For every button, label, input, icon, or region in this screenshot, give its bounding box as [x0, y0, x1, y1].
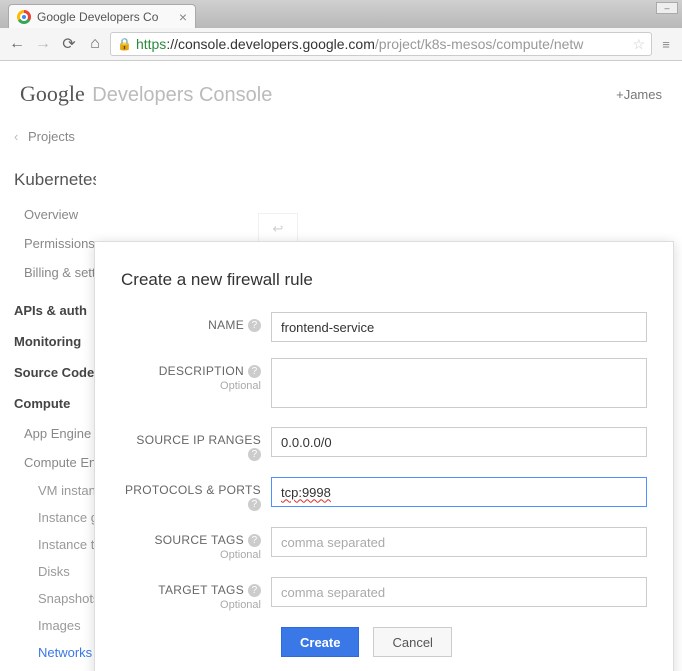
browser-toolbar: ← → ⟳ ⌂ 🔒 https ://console.developers.go… — [0, 28, 682, 61]
sidebar-section-compute[interactable]: Compute — [14, 396, 96, 411]
sidebar-section-monitoring[interactable]: Monitoring — [14, 334, 96, 349]
console-header: Google Developers Console +James — [0, 61, 682, 123]
protocols-value: tcp:9998 — [281, 485, 331, 500]
help-icon[interactable]: ? — [248, 448, 261, 461]
address-bar[interactable]: 🔒 https ://console.developers.google.com… — [110, 32, 652, 56]
name-input[interactable] — [271, 312, 647, 342]
window-controls: – — [656, 2, 678, 14]
sidebar-item-appengine[interactable]: App Engine — [14, 419, 96, 448]
url-scheme: https — [136, 36, 166, 52]
label-source-ip: SOURCE IP RANGES? — [121, 427, 271, 461]
sidebar-item-overview[interactable]: Overview — [14, 200, 96, 229]
source-tags-input[interactable] — [271, 527, 647, 557]
label-name: NAME? — [121, 312, 271, 332]
page-content: Google Developers Console +James ‹ Proje… — [0, 61, 682, 671]
sidebar-section-source[interactable]: Source Code — [14, 365, 96, 380]
cancel-button[interactable]: Cancel — [373, 627, 451, 657]
user-link[interactable]: +James — [616, 87, 662, 102]
protocols-input[interactable]: tcp:9998 — [271, 477, 647, 507]
lock-icon: 🔒 — [117, 37, 132, 51]
chevron-left-icon: ‹ — [14, 129, 18, 144]
target-tags-input[interactable] — [271, 577, 647, 607]
sidebar-sub-snapshots[interactable]: Snapshots — [14, 585, 96, 612]
console-logo[interactable]: Google Developers Console — [20, 81, 272, 107]
sidebar: Kubernetes Overview Permissions Billing … — [0, 160, 96, 666]
sidebar-sub-vm[interactable]: VM instances — [14, 477, 96, 504]
reload-button[interactable]: ⟳ — [58, 33, 80, 55]
sidebar-sub-images[interactable]: Images — [14, 612, 96, 639]
label-source-tags: SOURCE TAGS? Optional — [121, 527, 271, 561]
back-button[interactable]: ← — [6, 33, 28, 55]
help-icon[interactable]: ? — [248, 498, 261, 511]
sidebar-item-billing[interactable]: Billing & settings — [14, 258, 96, 287]
sidebar-sub-networks[interactable]: Networks — [14, 639, 96, 666]
breadcrumb-label: Projects — [28, 129, 75, 144]
browser-tab-strip: Google Developers Co × — [0, 0, 682, 28]
label-description: DESCRIPTION? Optional — [121, 358, 271, 392]
sidebar-sub-instance-templates[interactable]: Instance templates — [14, 531, 96, 558]
browser-tab-active[interactable]: Google Developers Co × — [8, 4, 196, 28]
modal-title: Create a new firewall rule — [121, 270, 647, 290]
window-minimize-button[interactable]: – — [656, 2, 678, 14]
browser-menu-icon[interactable]: ≡ — [656, 37, 676, 52]
home-button[interactable]: ⌂ — [84, 33, 106, 55]
sidebar-item-permissions[interactable]: Permissions — [14, 229, 96, 258]
url-host: ://console.developers.google.com — [166, 36, 375, 52]
sidebar-sub-instance-groups[interactable]: Instance groups — [14, 504, 96, 531]
label-target-tags: TARGET TAGS? Optional — [121, 577, 271, 611]
sidebar-item-compute-engine[interactable]: Compute Engine — [14, 448, 96, 477]
help-icon[interactable]: ? — [248, 319, 261, 332]
description-input[interactable] — [271, 358, 647, 408]
tab-close-icon[interactable]: × — [179, 9, 187, 25]
tab-title: Google Developers Co — [37, 10, 158, 24]
breadcrumb[interactable]: ‹ Projects — [0, 123, 682, 160]
help-icon[interactable]: ? — [248, 534, 261, 547]
tab-favicon — [17, 10, 31, 24]
help-icon[interactable]: ? — [248, 365, 261, 378]
create-button[interactable]: Create — [281, 627, 359, 657]
create-firewall-modal: Create a new firewall rule NAME? DESCRIP… — [94, 241, 674, 671]
url-path: /project/k8s-mesos/compute/netw — [375, 36, 584, 52]
project-title[interactable]: Kubernetes — [14, 170, 96, 190]
forward-button: → — [32, 33, 54, 55]
sidebar-section-apis[interactable]: APIs & auth — [14, 303, 96, 318]
help-icon[interactable]: ? — [248, 584, 261, 597]
label-protocols: PROTOCOLS & PORTS? — [121, 477, 271, 511]
source-ip-input[interactable] — [271, 427, 647, 457]
sidebar-sub-disks[interactable]: Disks — [14, 558, 96, 585]
bookmark-star-icon[interactable]: ☆ — [632, 36, 645, 53]
